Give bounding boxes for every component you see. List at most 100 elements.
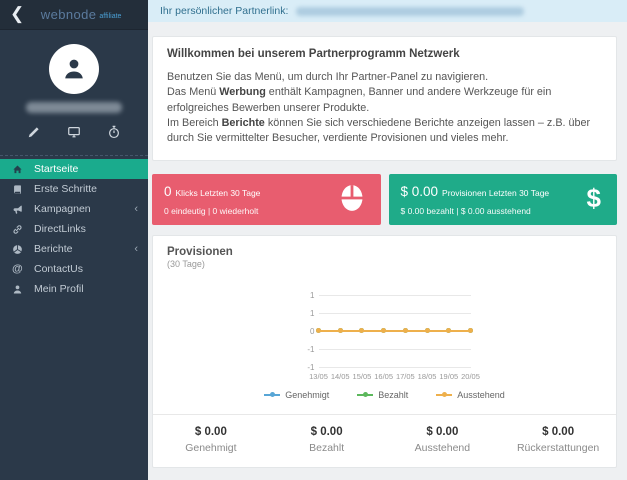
sidebar-item-label: Startseite — [34, 163, 79, 175]
sidebar-item-erste-schritte[interactable]: Erste Schritte — [0, 179, 148, 199]
summary-genehmigt: $ 0.00 Genehmigt — [153, 426, 269, 454]
y-tick-label: 1 — [310, 290, 315, 300]
link-icon — [13, 224, 22, 234]
gridline — [318, 312, 471, 314]
sidebar-item-directlinks[interactable]: DirectLinks — [0, 219, 148, 239]
logo: webnode affiliate — [24, 6, 138, 24]
history-button[interactable] — [107, 125, 121, 139]
sidebar-item-kampagnen[interactable]: Kampagnen ‹ — [0, 199, 148, 219]
at-sign-icon: @ — [12, 262, 23, 275]
website-button[interactable] — [67, 125, 81, 139]
gridline — [318, 366, 471, 368]
commissions-chart-panel: Provisionen (30 Tage) 1 1 0 -1 -1 13/05 14/05… — [152, 234, 617, 468]
profile-actions — [0, 125, 148, 145]
data-point — [337, 328, 343, 334]
redacted-partner-link[interactable] — [296, 6, 525, 16]
data-point — [424, 328, 430, 334]
edit-profile-button[interactable] — [27, 125, 41, 139]
x-tick-label: 13/05 — [309, 371, 328, 381]
sidebar-item-berichte[interactable]: Berichte ‹ — [0, 239, 148, 259]
legend-item[interactable]: Ausstehend — [436, 390, 505, 400]
legend-item[interactable]: Genehmigt — [264, 390, 329, 400]
sidebar-item-mein-profil[interactable]: Mein Profil — [0, 279, 148, 299]
x-tick-label: 17/05 — [395, 371, 415, 381]
welcome-line-2: Das Menü Werbung enthält Kampagnen, Bann… — [167, 86, 552, 114]
sidebar-item-contactus[interactable]: @ ContactUs — [0, 259, 148, 279]
redacted-username — [26, 102, 122, 113]
chart-subtitle: (30 Tage) — [167, 258, 205, 269]
chart-plot: 1 1 0 -1 -1 — [307, 291, 473, 372]
commissions-label: Provisionen Letzten 30 Tage — [442, 187, 550, 198]
avatar — [49, 44, 99, 94]
sidebar-header: ❮ webnode affiliate — [0, 0, 148, 30]
content: Willkommen bei unserem Partnerprogramm N… — [148, 22, 627, 480]
commissions-card: $ 0.00 Provisionen Letzten 30 Tage $ 0.00… — [388, 173, 617, 225]
x-tick-label: 16/05 — [374, 371, 394, 381]
sidebar-item-label: Berichte — [34, 243, 73, 255]
chart-title: Provisionen — [167, 245, 233, 258]
chevron-left-icon: ‹ — [134, 203, 138, 215]
megaphone-icon — [13, 205, 22, 214]
clicks-label: Klicks Letzten 30 Tage — [175, 187, 261, 198]
x-tick-label: 18/05 — [417, 371, 437, 381]
summary-label: Rückerstattungen — [516, 441, 600, 454]
legend-item[interactable]: Bezahlt — [357, 390, 408, 400]
collapse-sidebar-icon[interactable]: ❮ — [10, 5, 24, 22]
data-point — [402, 328, 408, 334]
summary-value: $ 0.00 — [310, 425, 343, 438]
summary-ausstehend: $ 0.00 Ausstehend — [385, 426, 501, 454]
welcome-panel: Willkommen bei unserem Partnerprogramm N… — [152, 36, 617, 161]
data-point — [359, 328, 365, 334]
logo-brand-text: webnode — [40, 6, 97, 22]
summary-label: Ausstehend — [414, 441, 471, 454]
stopwatch-icon — [109, 125, 119, 139]
topbar: Ihr persönlicher Partnerlink: — [148, 0, 627, 22]
chevron-left-icon: ‹ — [134, 243, 138, 255]
gridline — [318, 348, 471, 350]
commissions-sub: $ 0.00 bezahlt | $ 0.00 ausstehend — [400, 205, 531, 216]
sidebar: ❮ webnode affiliate Startseite Erste Sch… — [0, 0, 148, 480]
legend-label: Genehmigt — [285, 389, 330, 400]
summary-row: $ 0.00 Genehmigt $ 0.00 Bezahlt $ 0.00 A… — [153, 413, 616, 467]
dollar-icon: $ — [586, 182, 601, 213]
logo-suffix-text: affiliate — [99, 12, 122, 20]
legend-label: Bezahlt — [378, 389, 409, 400]
welcome-line-1: Benutzen Sie das Menü, um durch Ihr Part… — [167, 71, 489, 83]
sidebar-menu: Startseite Erste Schritte Kampagnen ‹ Di… — [0, 159, 148, 299]
main-area: Ihr persönlicher Partnerlink: Willkommen… — [148, 0, 627, 480]
summary-label: Genehmigt — [185, 441, 237, 454]
welcome-title: Willkommen bei unserem Partnerprogramm N… — [167, 48, 460, 60]
data-point — [446, 328, 452, 334]
legend-label: Ausstehend — [457, 389, 505, 400]
book-icon — [14, 184, 21, 194]
chart: 1 1 0 -1 -1 13/05 14/05 15/05 16/05 17/05 18/05 19… — [264, 291, 505, 400]
summary-value: $ 0.00 — [542, 425, 575, 438]
partner-link-label: Ihr persönlicher Partnerlink: — [160, 5, 289, 17]
sidebar-item-startseite[interactable]: Startseite — [0, 159, 148, 179]
data-point — [381, 328, 387, 334]
legend-marker-icon — [357, 392, 374, 398]
x-tick-label: 20/05 — [461, 371, 480, 381]
summary-rueckerstattungen: $ 0.00 Rückerstattungen — [500, 426, 616, 454]
sidebar-item-label: Mein Profil — [34, 283, 84, 295]
x-tick-label: 15/05 — [352, 371, 372, 381]
y-tick-label: 1 — [310, 308, 315, 318]
profile-section — [0, 30, 148, 156]
gridline — [318, 294, 471, 296]
summary-bezahlt: $ 0.00 Bezahlt — [269, 426, 385, 454]
mouse-icon — [339, 184, 365, 217]
person-icon — [13, 285, 22, 293]
summary-label: Bezahlt — [309, 441, 345, 454]
pencil-icon — [28, 127, 39, 138]
sidebar-item-label: DirectLinks — [34, 223, 86, 235]
y-tick-label: 0 — [310, 326, 315, 336]
commissions-value: $ 0.00 — [400, 183, 439, 199]
person-icon — [65, 59, 83, 79]
sidebar-item-label: ContactUs — [34, 263, 84, 275]
sidebar-item-label: Erste Schritte — [34, 183, 98, 195]
summary-value: $ 0.00 — [426, 425, 459, 438]
home-icon — [13, 165, 22, 173]
pie-chart-icon — [13, 244, 22, 254]
affiliate-dashboard: ❮ webnode affiliate Startseite Erste Sch… — [0, 0, 627, 480]
chart-x-axis: 13/05 14/05 15/05 16/05 17/05 18/05 19/05 20/05 — [309, 371, 480, 382]
